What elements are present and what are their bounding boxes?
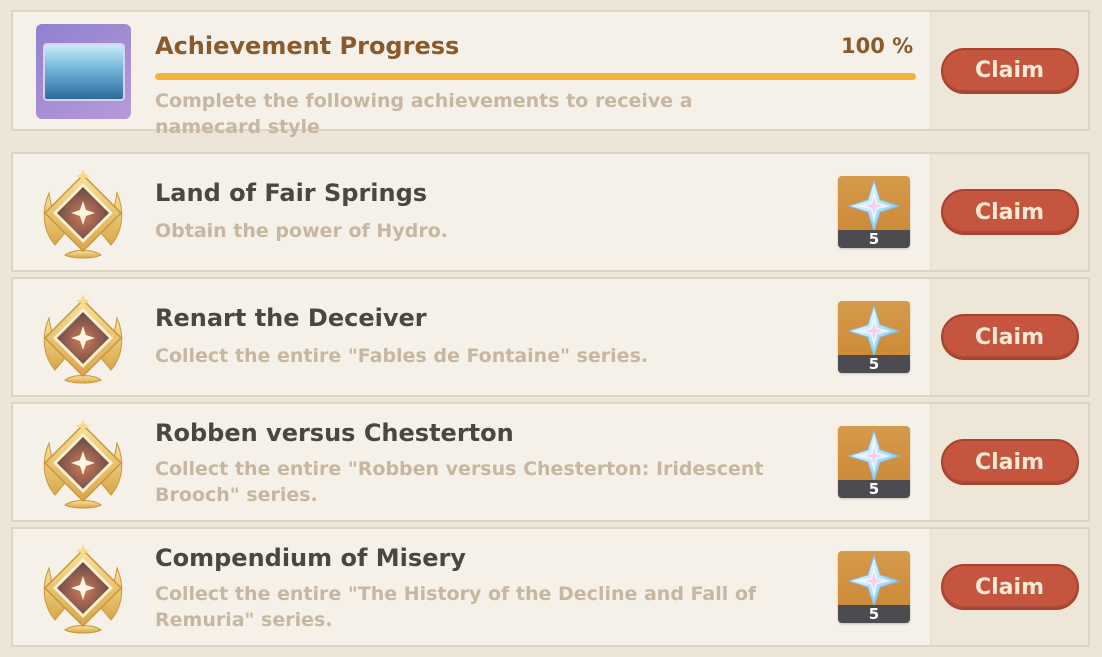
progress-description: Complete the following achievements to r…	[155, 90, 693, 138]
reward-count: 5	[838, 480, 910, 498]
achievement-title: Land of Fair Springs	[155, 179, 428, 207]
achievement-progress-body: Achievement Progress 100 % Complete the …	[13, 12, 930, 138]
claim-button[interactable]: Claim	[940, 439, 1079, 485]
achievement-medal-icon	[35, 167, 131, 263]
primogem-icon	[847, 304, 901, 358]
achievement-description: Collect the entire "Fables de Fontaine" …	[155, 345, 649, 367]
achievement-medal-icon	[35, 417, 131, 513]
claim-button[interactable]: Claim	[940, 564, 1079, 610]
progress-percent: 100 %	[841, 34, 914, 58]
achievement-progress-card: Achievement Progress 100 % Complete the …	[11, 10, 1090, 138]
progress-bar	[155, 73, 916, 80]
achievement-title: Robben versus Chesterton	[155, 419, 514, 447]
achievement-description: Obtain the power of Hydro.	[155, 220, 448, 242]
claim-button[interactable]: Claim	[940, 189, 1079, 235]
reward-count: 5	[838, 605, 910, 623]
achievement-description: Collect the entire "The History of the D…	[155, 583, 757, 631]
reward-item[interactable]: 5	[838, 426, 910, 498]
achievement-row: Robben versus Chesterton Collect the ent…	[11, 402, 1090, 522]
progress-title: Achievement Progress	[155, 32, 460, 60]
namecard-icon	[36, 24, 131, 119]
achievement-description: Collect the entire "Robben versus Cheste…	[155, 458, 764, 506]
achievement-row: Land of Fair Springs Obtain the power of…	[11, 152, 1090, 272]
achievement-medal-icon	[35, 292, 131, 388]
progress-bar-fill	[155, 73, 916, 80]
claim-button[interactable]: Claim	[940, 314, 1079, 360]
primogem-icon	[847, 429, 901, 483]
reward-item[interactable]: 5	[838, 301, 910, 373]
progress-claim-button[interactable]: Claim	[940, 47, 1079, 94]
progress-claim-area: Claim	[930, 12, 1088, 129]
achievement-row: Compendium of Misery Collect the entire …	[11, 527, 1090, 647]
achievement-title: Renart the Deceiver	[155, 304, 427, 332]
reward-item[interactable]: 5	[838, 551, 910, 623]
primogem-icon	[847, 554, 901, 608]
achievement-row: Renart the Deceiver Collect the entire "…	[11, 277, 1090, 397]
achievement-medal-icon	[35, 542, 131, 638]
reward-count: 5	[838, 355, 910, 373]
achievement-title: Compendium of Misery	[155, 544, 466, 572]
namecard-art	[42, 42, 125, 101]
primogem-icon	[847, 179, 901, 233]
reward-count: 5	[838, 230, 910, 248]
reward-item[interactable]: 5	[838, 176, 910, 248]
